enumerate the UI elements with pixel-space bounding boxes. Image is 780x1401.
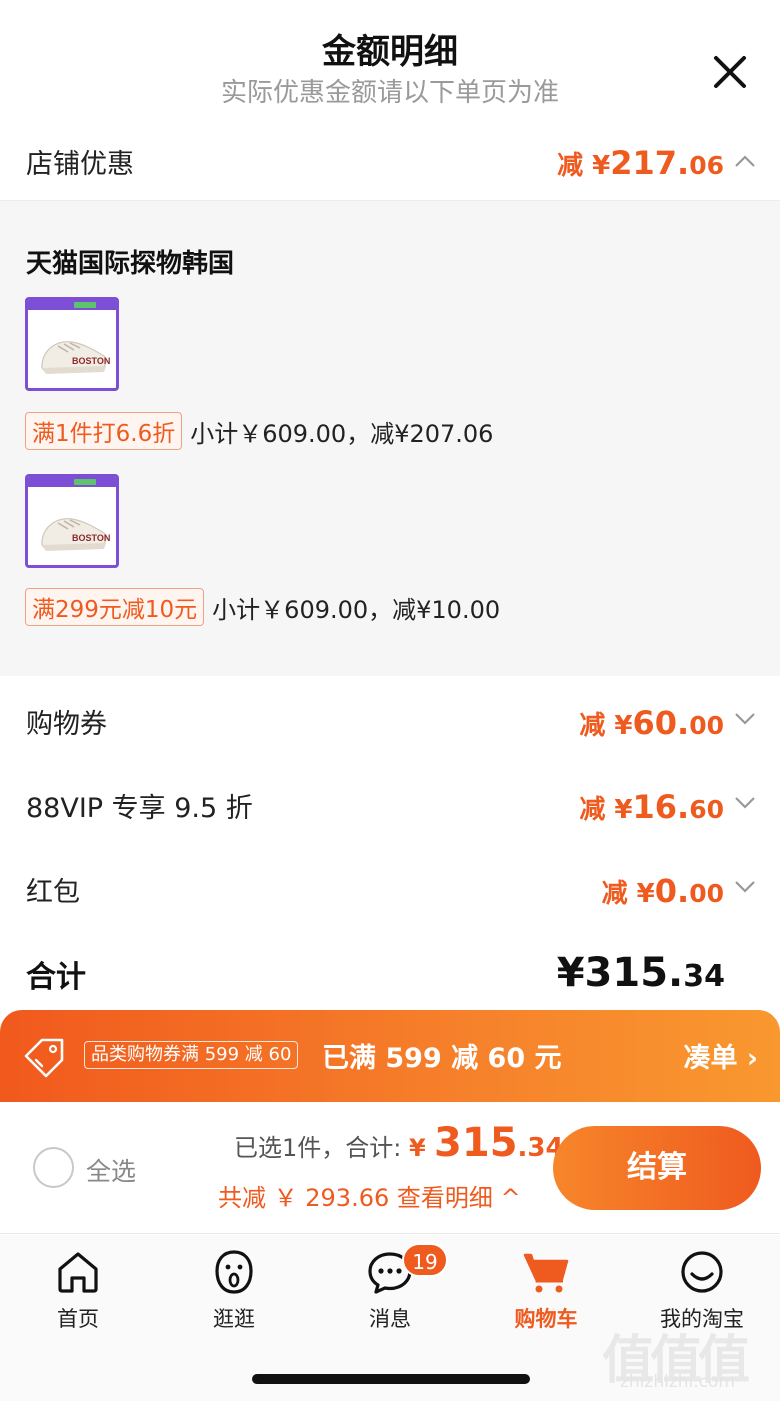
select-all-radio[interactable] <box>33 1147 74 1188</box>
svg-text:BOSTON: BOSTON <box>72 356 110 366</box>
close-icon[interactable] <box>708 50 752 94</box>
tab-cart[interactable]: 购物车 <box>486 1247 606 1337</box>
total-label: 合计 <box>26 960 86 995</box>
chevron-down-icon[interactable] <box>734 880 756 894</box>
total-value: ¥315.34 <box>556 950 725 996</box>
tab-messages[interactable]: 消息 19 <box>330 1243 450 1337</box>
coupon-value: 减 ¥60.00 <box>579 704 724 742</box>
promo-line: 满1件打6.6折 小计￥609.00，减¥207.06 <box>25 412 494 450</box>
store-discount-label: 店铺优惠 <box>26 149 134 180</box>
red-packet-label: 红包 <box>26 877 80 908</box>
page-subtitle: 实际优惠金额请以下单页为准 <box>220 78 559 108</box>
home-indicator <box>252 1374 530 1384</box>
vip-discount-row[interactable]: 88VIP 专享 9.5 折 减 ¥16.60 <box>0 766 780 846</box>
store-name: 天猫国际探物韩国 <box>26 249 235 279</box>
tag-icon <box>24 1038 64 1078</box>
chevron-down-icon[interactable] <box>734 796 756 810</box>
vip-discount-label: 88VIP 专享 9.5 折 <box>26 793 253 824</box>
home-icon <box>58 1252 98 1293</box>
red-packet-row[interactable]: 红包 减 ¥0.00 <box>0 850 780 930</box>
unread-badge: 19 <box>402 1243 448 1277</box>
svg-text:BOSTON: BOSTON <box>72 533 110 543</box>
add-items-link[interactable]: 凑单 › <box>683 1036 758 1075</box>
coupon-message: 已满 599 减 60 元 <box>322 1043 562 1074</box>
coupon-chip: 品类购物券满 599 减 60 <box>84 1041 299 1069</box>
store-discount-detail: 天猫国际探物韩国 BOSTON 满1件打6.6折 小计￥609.00，减¥207… <box>0 200 780 676</box>
vip-discount-value: 减 ¥16.60 <box>579 788 724 826</box>
sneaker-image: BOSTON <box>41 518 110 551</box>
promo-tag: 满299元减10元 <box>25 588 205 626</box>
page-title: 金额明细 <box>322 32 458 72</box>
promo-line: 满299元减10元 小计￥609.00，减¥10.00 <box>25 588 501 626</box>
cart-icon <box>523 1253 569 1293</box>
promo-subtotal: 小计￥609.00，减¥207.06 <box>190 419 494 448</box>
promo-tag: 满1件打6.6折 <box>25 412 183 450</box>
red-packet-value: 减 ¥0.00 <box>601 872 724 910</box>
header: 金额明细 实际优惠金额请以下单页为准 <box>0 0 780 120</box>
discover-icon <box>215 1250 253 1294</box>
tab-discover[interactable]: 逛逛 <box>174 1247 294 1337</box>
selected-summary: 已选1件，合计: ¥ 315.34 <box>234 1120 564 1166</box>
checkout-bar: 全选 已选1件，合计: ¥ 315.34 共减 ￥ 293.66 查看明细 ^ … <box>0 1102 780 1234</box>
chevron-down-icon[interactable] <box>734 712 756 726</box>
coupon-row[interactable]: 购物券 减 ¥60.00 <box>0 682 780 762</box>
product-thumbnail[interactable]: BOSTON <box>25 474 119 568</box>
chevron-up-icon: ^ <box>500 1184 521 1212</box>
chevron-up-icon[interactable] <box>734 154 756 168</box>
checkout-button[interactable]: 结算 <box>553 1126 761 1210</box>
store-discount-row[interactable]: 店铺优惠 减 ¥217.06 <box>0 120 780 200</box>
select-all-label[interactable]: 全选 <box>86 1152 136 1188</box>
product-thumbnail[interactable]: BOSTON <box>25 297 119 391</box>
profile-icon <box>681 1251 723 1293</box>
watermark-logo: 值值值 zhizhizhi.com <box>602 1331 750 1392</box>
promo-subtotal: 小计￥609.00，减¥10.00 <box>212 595 501 624</box>
coupon-label: 购物券 <box>26 709 107 740</box>
store-discount-value: 减 ¥217.06 <box>557 144 724 182</box>
tab-home[interactable]: 首页 <box>18 1247 138 1337</box>
view-details-link[interactable]: 共减 ￥ 293.66 查看明细 ^ <box>218 1178 521 1213</box>
coupon-banner[interactable]: 品类购物券满 599 减 60 已满 599 减 60 元 凑单 › <box>0 1010 780 1102</box>
sneaker-image: BOSTON <box>41 341 110 374</box>
chevron-right-icon: › <box>746 1043 758 1074</box>
